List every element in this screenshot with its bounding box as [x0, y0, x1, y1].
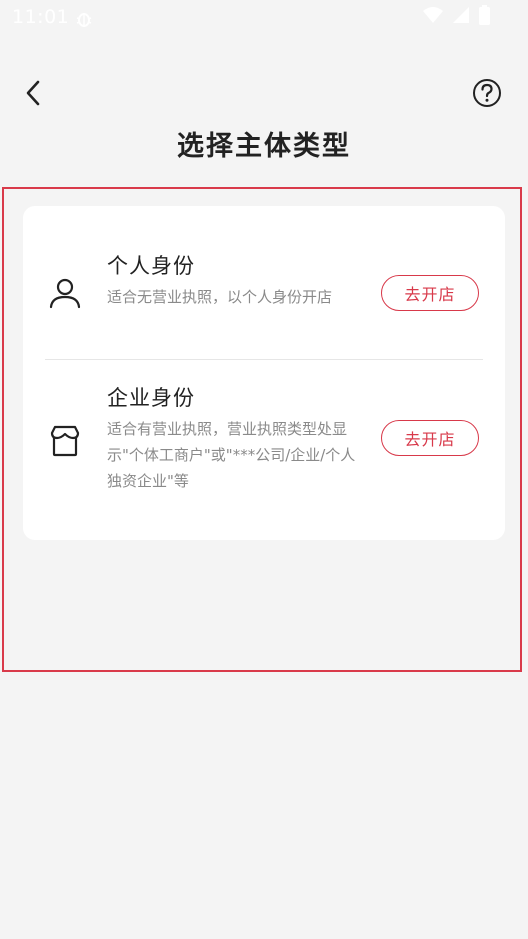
question-circle-icon: [472, 78, 502, 112]
chevron-left-icon: [23, 79, 43, 111]
status-bar: 11:01: [0, 0, 528, 36]
option-enterprise[interactable]: 企业身份 适合有营业执照，营业执照类型处显示"个体工商户"或"***公司/企业/…: [23, 360, 505, 530]
option-individual[interactable]: 个人身份 适合无营业执照，以个人身份开店 去开店: [23, 226, 505, 360]
identity-options-card: 个人身份 适合无营业执照，以个人身份开店 去开店 企业身份 适合有营业执照，营业…: [23, 206, 505, 540]
status-icons: [423, 5, 490, 29]
status-time: 11:01: [12, 6, 70, 28]
page-title: 选择主体类型: [177, 131, 351, 162]
help-button[interactable]: [470, 78, 504, 112]
option-description: 适合有营业执照，营业执照类型处显示"个体工商户"或"***公司/企业/个人独资企…: [107, 420, 356, 490]
storefront-icon: [45, 421, 85, 461]
back-button[interactable]: [16, 78, 50, 112]
option-description: 适合无营业执照，以个人身份开店: [107, 288, 333, 306]
wifi-icon: [423, 6, 443, 28]
bug-icon: [74, 9, 94, 33]
cellular-signal-icon: [453, 6, 469, 28]
open-store-button[interactable]: 去开店: [381, 275, 479, 311]
battery-icon: [479, 5, 490, 29]
option-title: 个人身份: [107, 254, 195, 278]
option-title: 企业身份: [107, 386, 195, 410]
person-icon: [45, 273, 85, 313]
open-store-button[interactable]: 去开店: [381, 420, 479, 456]
